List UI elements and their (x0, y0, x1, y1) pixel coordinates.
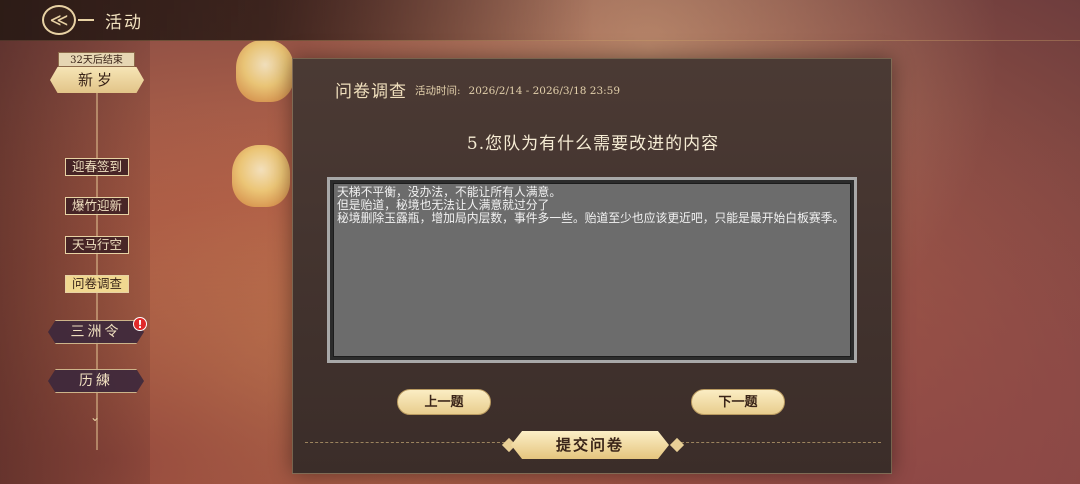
divider-left (305, 442, 505, 443)
sidebar-line (96, 70, 98, 450)
back-line-decoration (78, 19, 94, 21)
lantern-decoration (232, 145, 290, 207)
question-text: 5.您队为有什么需要改进的内容 (466, 134, 720, 154)
top-bar: ≪ 活动 (0, 0, 1080, 41)
event-time: 活动时间: 2026/2/14 - 2026/3/18 23:59 (415, 83, 620, 98)
next-question-button[interactable]: 下一题 (691, 389, 785, 415)
answer-frame: 天梯不平衡，没办法，不能让所有人满意。 但是贻道，秘境也无法让人满意就过分了 秘… (327, 177, 857, 363)
back-arrow-icon[interactable]: ≪ (42, 5, 76, 35)
tab-new-year[interactable]: 新岁 (50, 67, 144, 93)
sidebar-item-spring-checkin[interactable]: 迎春签到 (65, 158, 129, 176)
answer-textarea[interactable]: 天梯不平衡，没办法，不能让所有人满意。 但是贻道，秘境也无法让人满意就过分了 秘… (333, 183, 851, 357)
tab-history[interactable]: 历練 (48, 369, 144, 393)
chevron-down-icon[interactable]: ⌄ (90, 410, 100, 424)
sidebar-item-pegasus[interactable]: 天马行空 (65, 236, 129, 254)
diamond-icon (669, 437, 685, 453)
sidebar (0, 40, 150, 484)
event-time-range: 2026/2/14 - 2026/3/18 23:59 (468, 85, 621, 97)
countdown-badge: 32天后结束 (58, 52, 135, 67)
sidebar-item-firecrackers[interactable]: 爆竹迎新 (65, 197, 129, 215)
event-time-label: 活动时间: (415, 85, 461, 97)
page-title: 活动 (105, 13, 143, 33)
lantern-decoration (236, 40, 294, 102)
survey-panel: 问卷调查 活动时间: 2026/2/14 - 2026/3/18 23:59 5.… (292, 58, 892, 474)
divider-right (681, 442, 881, 443)
prev-question-button[interactable]: 上一题 (397, 389, 491, 415)
panel-title: 问卷调查 (335, 82, 407, 102)
submit-survey-button[interactable]: 提交问卷 (511, 431, 669, 459)
alert-badge: ! (133, 317, 147, 331)
tab-sanzhou-order[interactable]: 三洲令 (48, 320, 144, 344)
sidebar-item-survey[interactable]: 问卷调查 (65, 275, 129, 293)
